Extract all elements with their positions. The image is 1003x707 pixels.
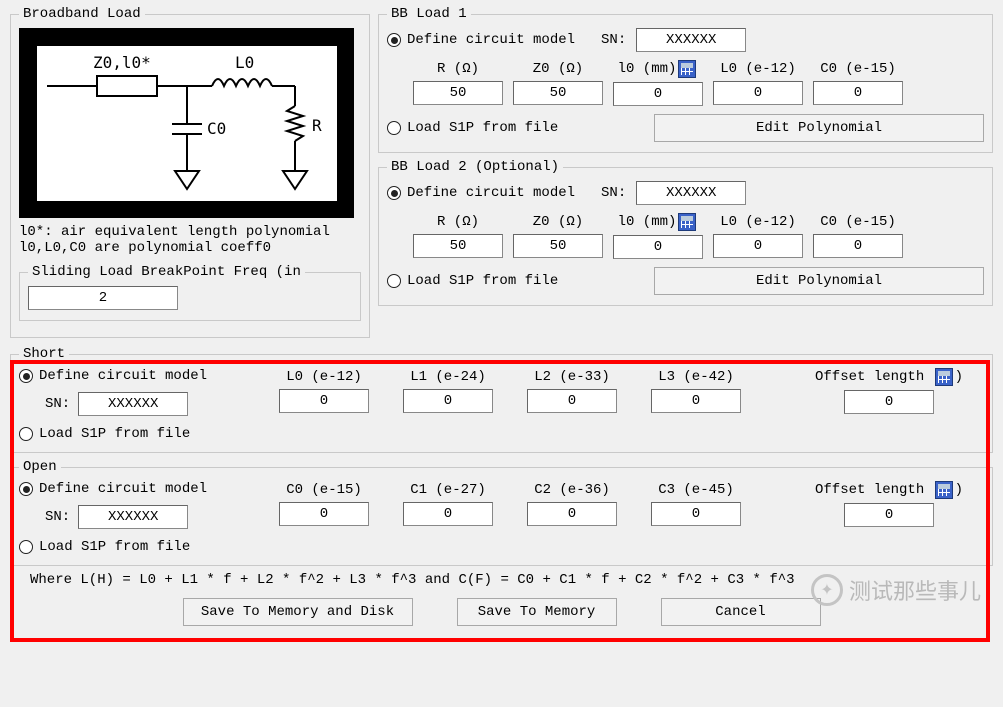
short-define-label: Define circuit model xyxy=(39,368,207,384)
short-s1p-label: Load S1P from file xyxy=(39,426,190,442)
bb2-define-label: Define circuit model xyxy=(407,185,575,201)
short-sn-label: SN: xyxy=(45,396,70,412)
open-group: Open Define circuit model SN: C0 (e-15) … xyxy=(10,459,993,566)
bb1-l0-input[interactable] xyxy=(613,82,703,106)
bb1-C0-input[interactable] xyxy=(813,81,903,105)
bb2-C0-input[interactable] xyxy=(813,234,903,258)
sliding-freq-label: Sliding Load BreakPoint Freq (in xyxy=(28,264,305,280)
open-C2-input[interactable] xyxy=(527,502,617,526)
broadband-note2: l0,L0,C0 are polynomial coeff0 xyxy=(19,240,361,256)
open-C3-input[interactable] xyxy=(651,502,741,526)
open-sn-input[interactable] xyxy=(78,505,188,529)
bb2-define-radio[interactable] xyxy=(387,186,401,200)
bb1-L0-input[interactable] xyxy=(713,81,803,105)
broadband-note1: l0*: air equivalent length polynomial xyxy=(19,224,361,240)
bb1-define-radio[interactable] xyxy=(387,33,401,47)
open-define-radio[interactable] xyxy=(19,482,33,496)
short-define-radio[interactable] xyxy=(19,369,33,383)
short-group: Short Define circuit model SN: L0 (e-12)… xyxy=(10,346,993,453)
open-offset-input[interactable] xyxy=(844,503,934,527)
cancel-button[interactable]: Cancel xyxy=(661,598,821,626)
bb1-sn-input[interactable] xyxy=(636,28,746,52)
svg-text:Z0,l0*: Z0,l0* xyxy=(93,53,151,72)
bb2-s1p-label: Load S1P from file xyxy=(407,273,558,289)
short-L3-input[interactable] xyxy=(651,389,741,413)
short-L2-input[interactable] xyxy=(527,389,617,413)
open-define-label: Define circuit model xyxy=(39,481,207,497)
calculator-icon[interactable] xyxy=(678,60,696,78)
bb2-legend: BB Load 2 (Optional) xyxy=(387,159,563,175)
formula-text: Where L(H) = L0 + L1 * f + L2 * f^2 + L3… xyxy=(30,572,993,588)
bb1-s1p-radio[interactable] xyxy=(387,121,401,135)
bb1-define-label: Define circuit model xyxy=(407,32,575,48)
circuit-diagram: Z0,l0* L0 C0 R xyxy=(19,28,354,218)
short-legend: Short xyxy=(19,346,69,362)
bb2-z0-input[interactable] xyxy=(513,234,603,258)
bb1-z0-input[interactable] xyxy=(513,81,603,105)
sliding-freq-input[interactable] xyxy=(28,286,178,310)
svg-text:C0: C0 xyxy=(207,119,226,138)
broadband-load-group: Broadband Load xyxy=(10,6,370,338)
calculator-icon[interactable] xyxy=(935,481,953,499)
bb2-edit-poly-button[interactable]: Edit Polynomial xyxy=(654,267,984,295)
short-L1-input[interactable] xyxy=(403,389,493,413)
bb2-sn-label: SN: xyxy=(601,185,626,201)
bb2-L0-input[interactable] xyxy=(713,234,803,258)
bb2-s1p-radio[interactable] xyxy=(387,274,401,288)
open-legend: Open xyxy=(19,459,61,475)
bb1-edit-poly-button[interactable]: Edit Polynomial xyxy=(654,114,984,142)
bb2-sn-input[interactable] xyxy=(636,181,746,205)
open-s1p-radio[interactable] xyxy=(19,540,33,554)
bb-load-2-group: BB Load 2 (Optional) Define circuit mode… xyxy=(378,159,993,306)
short-sn-input[interactable] xyxy=(78,392,188,416)
save-memory-disk-button[interactable]: Save To Memory and Disk xyxy=(183,598,413,626)
sliding-freq-group: Sliding Load BreakPoint Freq (in xyxy=(19,264,361,321)
open-sn-label: SN: xyxy=(45,509,70,525)
bb2-r-input[interactable] xyxy=(413,234,503,258)
open-C0-input[interactable] xyxy=(279,502,369,526)
open-C1-input[interactable] xyxy=(403,502,493,526)
svg-text:L0: L0 xyxy=(235,53,254,72)
open-s1p-label: Load S1P from file xyxy=(39,539,190,555)
broadband-legend: Broadband Load xyxy=(19,6,145,22)
bb1-legend: BB Load 1 xyxy=(387,6,471,22)
short-s1p-radio[interactable] xyxy=(19,427,33,441)
calculator-icon[interactable] xyxy=(678,213,696,231)
calculator-icon[interactable] xyxy=(935,368,953,386)
bb1-sn-label: SN: xyxy=(601,32,626,48)
save-memory-button[interactable]: Save To Memory xyxy=(457,598,617,626)
short-L0-input[interactable] xyxy=(279,389,369,413)
bb-load-1-group: BB Load 1 Define circuit model SN: R (Ω)… xyxy=(378,6,993,153)
short-offset-input[interactable] xyxy=(844,390,934,414)
bb2-l0-input[interactable] xyxy=(613,235,703,259)
bb1-r-input[interactable] xyxy=(413,81,503,105)
bb1-s1p-label: Load S1P from file xyxy=(407,120,558,136)
svg-text:R: R xyxy=(312,116,322,135)
